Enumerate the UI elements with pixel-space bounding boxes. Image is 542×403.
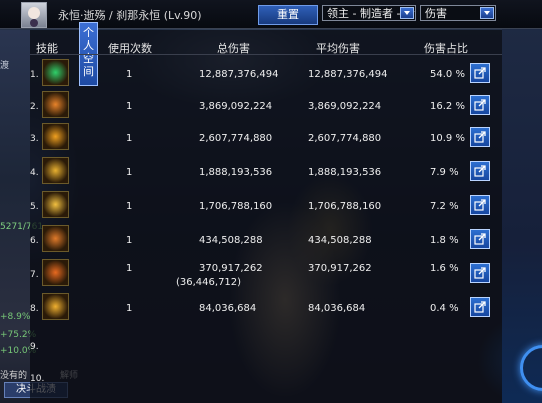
- usage-count: 1: [126, 69, 133, 80]
- total-damage: 370,917,262: [199, 263, 263, 274]
- share-icon: [474, 267, 486, 279]
- row-rank: 1.: [30, 70, 39, 80]
- avatar[interactable]: [21, 2, 47, 28]
- share-button[interactable]: [470, 95, 490, 115]
- total-damage: 84,036,684: [199, 303, 257, 314]
- row-rank: 3.: [30, 134, 39, 144]
- average-damage: 1,888,193,536: [308, 167, 382, 178]
- usage-count: 1: [126, 133, 133, 144]
- share-icon: [474, 99, 486, 111]
- share-icon: [474, 233, 486, 245]
- share-icon: [474, 67, 486, 79]
- usage-count: 1: [126, 235, 133, 246]
- share-button[interactable]: [470, 63, 490, 83]
- target-select[interactable]: 领主 - 制造者 - 贵: [322, 5, 416, 21]
- golden-spear-skill-icon[interactable]: [42, 293, 69, 320]
- average-damage: 84,036,684: [308, 303, 366, 314]
- share-icon: [474, 131, 486, 143]
- damage-share: 7.2 %: [430, 201, 459, 212]
- table-row: 10.: [0, 362, 542, 394]
- share-icon: [474, 165, 486, 177]
- average-damage: 434,508,288: [308, 235, 372, 246]
- damage-share: 10.9 %: [430, 133, 465, 144]
- damage-share: 1.6 %: [430, 263, 459, 274]
- damage-share: 7.9 %: [430, 167, 459, 178]
- usage-count: 1: [126, 303, 133, 314]
- damage-share: 0.4 %: [430, 303, 459, 314]
- total-damage: 12,887,376,494: [199, 69, 279, 80]
- average-damage: 370,917,262: [308, 263, 372, 274]
- total-damage: 1,888,193,536: [199, 167, 273, 178]
- usage-count: 1: [126, 101, 133, 112]
- row-rank: 2.: [30, 102, 39, 112]
- average-damage: 3,869,092,224: [308, 101, 382, 112]
- table-row: 8. 1 84,036,684 84,036,684 0.4 %: [0, 292, 542, 324]
- average-damage: 1,706,788,160: [308, 201, 382, 212]
- mode-select-value: 伤害: [425, 7, 447, 20]
- header-divider: [30, 54, 502, 55]
- table-row: 9.: [0, 330, 542, 362]
- row-rank: 5.: [30, 202, 39, 212]
- reset-button[interactable]: 重置: [258, 5, 318, 25]
- fire-strike-skill-icon[interactable]: [42, 157, 69, 184]
- table-row: 3. 1 2,607,774,880 2,607,774,880 10.9 %: [0, 122, 542, 154]
- share-button[interactable]: [470, 229, 490, 249]
- table-row: 6. 1 434,508,288 434,508,288 1.8 %: [0, 224, 542, 256]
- flame-orb-skill-icon[interactable]: [42, 259, 69, 286]
- usage-count: 1: [126, 201, 133, 212]
- row-rank: 4.: [30, 168, 39, 178]
- row-rank: 8.: [30, 304, 39, 314]
- total-damage: 2,607,774,880: [199, 133, 273, 144]
- star-burst-skill-icon[interactable]: [42, 191, 69, 218]
- share-button[interactable]: [470, 195, 490, 215]
- golden-wing-skill-icon[interactable]: [42, 123, 69, 150]
- orange-slash-skill-icon[interactable]: [42, 91, 69, 118]
- bow-shot-skill-icon[interactable]: [42, 225, 69, 252]
- green-burst-skill-icon[interactable]: [42, 59, 69, 86]
- damage-share: 1.8 %: [430, 235, 459, 246]
- sub-damage: (36,446,712): [176, 277, 242, 288]
- table-row: 2. 1 3,869,092,224 3,869,092,224 16.2 %: [0, 90, 542, 122]
- share-button[interactable]: [470, 161, 490, 181]
- damage-share: 54.0 %: [430, 69, 465, 80]
- table-row: 4. 1 1,888,193,536 1,888,193,536 7.9 %: [0, 156, 542, 188]
- usage-count: 1: [126, 263, 133, 274]
- total-damage: 3,869,092,224: [199, 101, 273, 112]
- share-button[interactable]: [470, 263, 490, 283]
- table-row: 7. 1 370,917,262 370,917,262 1.6 % (36,446,71…: [0, 258, 542, 290]
- total-damage: 1,706,788,160: [199, 201, 273, 212]
- share-icon: [474, 199, 486, 211]
- table-row: 1. 1 12,887,376,494 12,887,376,494 54.0 %: [0, 58, 542, 90]
- share-button[interactable]: [470, 297, 490, 317]
- row-rank: 6.: [30, 236, 39, 246]
- mode-select[interactable]: 伤害: [420, 5, 496, 21]
- row-rank: 7.: [30, 270, 39, 280]
- total-damage: 434,508,288: [199, 235, 263, 246]
- table-row: 5. 1 1,706,788,160 1,706,788,160 7.2 %: [0, 190, 542, 222]
- share-icon: [474, 301, 486, 313]
- usage-count: 1: [126, 167, 133, 178]
- damage-share: 16.2 %: [430, 101, 465, 112]
- chevron-down-icon[interactable]: [400, 7, 414, 19]
- row-rank: 10.: [30, 374, 45, 384]
- share-button[interactable]: [470, 127, 490, 147]
- average-damage: 2,607,774,880: [308, 133, 382, 144]
- average-damage: 12,887,376,494: [308, 69, 388, 80]
- chevron-down-icon[interactable]: [480, 7, 494, 19]
- character-title: 永恒·逝殇 / 刹那永恒 (Lv.90): [58, 9, 202, 22]
- row-rank: 9.: [30, 342, 39, 352]
